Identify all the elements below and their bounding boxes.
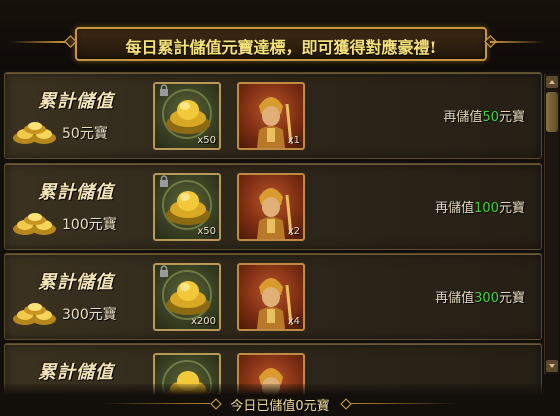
recharge-status: 再儲值300元寶 (435, 287, 525, 306)
banner-left-line (10, 41, 65, 43)
reward-item-hero[interactable]: x1 (237, 82, 305, 150)
gold-ingot-icon (13, 122, 56, 144)
reward-qty: x50 (197, 135, 216, 146)
reward-qty: x50 (197, 226, 216, 237)
reward-item-hero[interactable]: x2 (237, 173, 305, 241)
status-number: 50 (482, 110, 499, 125)
reward-qty: x200 (190, 316, 216, 327)
reward-item-gold[interactable]: x50 (153, 82, 221, 150)
row-title: 累計儲值 (38, 91, 114, 112)
row-amount: 300元寶 (62, 307, 117, 323)
lock-icon (160, 265, 168, 277)
scroll-down-button[interactable] (546, 360, 558, 372)
gold-ingot-icon (13, 213, 56, 235)
scroll-thumb[interactable] (546, 92, 558, 132)
lock-icon (160, 175, 168, 187)
reward-row: 累計儲值 100元寶 x50 x2 再儲值100元寶 (4, 163, 542, 250)
reward-qty: x2 (287, 226, 300, 237)
row-amount: 100元寶 (62, 217, 117, 233)
row-title: 累計儲值 (38, 272, 114, 293)
status-prefix: 再儲值 (435, 201, 475, 216)
status-number: 100 (474, 201, 499, 216)
scrollbar[interactable] (544, 74, 559, 374)
row-title: 累計儲值 (38, 182, 114, 203)
recharge-status: 再儲值50元寶 (443, 106, 525, 125)
status-suffix: 元寶 (498, 201, 525, 216)
reward-row: 累計儲值 50元寶 x50 x1 再儲值50元寶 (4, 72, 542, 159)
footer-right-line (350, 403, 460, 404)
status-prefix: 再儲值 (435, 291, 475, 306)
reward-qty: x4 (287, 316, 300, 327)
banner-text: 每日累計儲值元寶達標，即可獲得對應豪禮! (125, 38, 437, 57)
row-amount: 50元寶 (62, 126, 108, 142)
gold-ingot-icon (13, 303, 56, 325)
footer-bar: 今日已儲值0元寶 (0, 384, 560, 416)
top-banner: 每日累計儲值元寶達標，即可獲得對應豪禮! (0, 0, 560, 70)
reward-list: 累計儲值 50元寶 x50 x1 再儲值50元寶 累計儲值 100元寶 x50 … (0, 70, 548, 416)
status-prefix: 再儲值 (443, 110, 483, 125)
reward-item-gold[interactable]: x50 (153, 173, 221, 241)
status-suffix: 元寶 (498, 291, 525, 306)
recharge-status: 再儲值100元寶 (435, 197, 525, 216)
reward-qty: x1 (287, 135, 300, 146)
scroll-up-button[interactable] (546, 76, 558, 88)
banner-right-line (490, 41, 545, 43)
banner-frame: 每日累計儲值元寶達標，即可獲得對應豪禮! (75, 27, 487, 61)
today-recharged-text: 今日已儲值0元寶 (230, 399, 330, 414)
reward-item-gold[interactable]: x200 (153, 263, 221, 331)
reward-item-hero[interactable]: x4 (237, 263, 305, 331)
lock-icon (160, 84, 168, 96)
reward-row: 累計儲值 300元寶 x200 x4 再儲值300元寶 (4, 253, 542, 340)
row-title: 累計儲值 (38, 362, 114, 383)
status-number: 300 (474, 291, 499, 306)
status-suffix: 元寶 (498, 110, 525, 125)
